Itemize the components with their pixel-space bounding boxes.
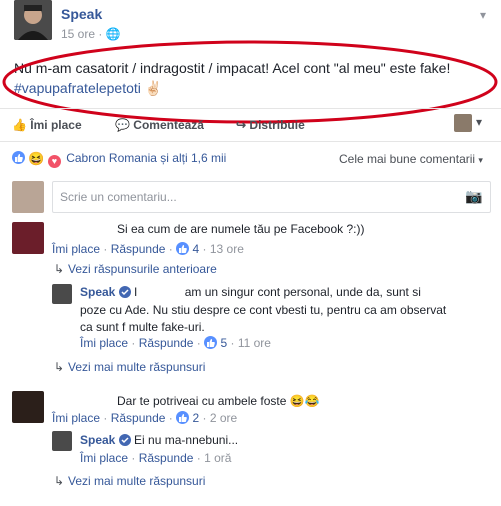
comment-like-link[interactable]: Îmi place bbox=[52, 411, 100, 425]
view-more-replies[interactable]: ↳ Vezi mai multe răspunsuri bbox=[54, 360, 205, 374]
reply-author[interactable]: Speak bbox=[80, 285, 115, 299]
reply-text-line3: ca sunt f multe fake-uri. bbox=[80, 320, 205, 334]
reply-arrow-icon: ↳ bbox=[54, 360, 65, 374]
like-count-icon bbox=[176, 242, 190, 255]
action-bar: 👍 Îmi place 💬 Comentează ↪ Distribuie ▾ bbox=[0, 108, 501, 142]
reply-reply-link[interactable]: Răspunde bbox=[139, 336, 194, 350]
reply-like-link[interactable]: Îmi place bbox=[80, 451, 128, 465]
comment-reply-link[interactable]: Răspunde bbox=[111, 411, 166, 425]
comment-like-link[interactable]: Îmi place bbox=[52, 242, 100, 256]
author-avatar[interactable] bbox=[14, 0, 52, 40]
like-button[interactable]: 👍 Îmi place bbox=[12, 118, 82, 132]
comment-reply-link[interactable]: Răspunde bbox=[111, 242, 166, 256]
viewer-avatar-small[interactable] bbox=[454, 114, 472, 132]
commenter-avatar[interactable] bbox=[12, 391, 44, 423]
like-count-icon bbox=[204, 336, 218, 349]
like-count-icon bbox=[176, 411, 190, 424]
reactions-summary[interactable]: 😆 ♥ Cabron Romania și alți 1,6 mii bbox=[12, 151, 226, 168]
reply-author-avatar[interactable] bbox=[52, 431, 72, 451]
comment-input[interactable]: Scrie un comentariu... 📷 bbox=[52, 181, 491, 213]
reply-reply-link[interactable]: Răspunde bbox=[139, 451, 194, 465]
reply-author-avatar[interactable] bbox=[52, 284, 72, 304]
haha-reaction-icon: 😆 bbox=[28, 151, 45, 166]
verified-badge-icon bbox=[118, 434, 131, 446]
share-icon: ↪ bbox=[236, 118, 247, 132]
comment-icon: 💬 bbox=[115, 118, 130, 132]
heart-reaction-icon: ♥ bbox=[47, 155, 61, 168]
reply-text-line1: Speak I am un singur cont personal, unde… bbox=[80, 285, 421, 299]
reply-text-line2: poze cu Ade. Nu stiu despre ce cont vbes… bbox=[80, 303, 447, 317]
laughing-emoji: 😆😂 bbox=[289, 394, 320, 408]
comment-text: Dar te potriveai cu ambele foste 😆😂 bbox=[117, 394, 320, 408]
sort-comments-dropdown[interactable]: Cele mai bune comentarii ▾ bbox=[339, 152, 483, 166]
comment-actions: Îmi place · Răspunde · 4 · 13 ore bbox=[52, 242, 244, 256]
comment-like-count[interactable]: 2 bbox=[192, 411, 199, 425]
reply-arrow-icon: ↳ bbox=[54, 262, 65, 276]
reply-like-count[interactable]: 5 bbox=[220, 336, 227, 350]
reply-text-line: Speak Ei nu ma-nnebuni... bbox=[80, 433, 238, 447]
thumb-up-icon: 👍 bbox=[12, 118, 27, 132]
reply-text-1: am un singur cont personal, unde da, sun… bbox=[184, 285, 421, 299]
comment-time[interactable]: 2 ore bbox=[210, 411, 237, 425]
chevron-down-icon: ▾ bbox=[478, 155, 483, 165]
reply-like-link[interactable]: Îmi place bbox=[80, 336, 128, 350]
camera-icon[interactable]: 📷 bbox=[465, 188, 482, 205]
reply-time[interactable]: 11 ore bbox=[238, 336, 271, 350]
reply-time[interactable]: 1 oră bbox=[204, 451, 231, 465]
commenter-avatar[interactable] bbox=[12, 222, 44, 254]
like-reaction-icon bbox=[12, 151, 25, 164]
post-author[interactable]: Speak bbox=[61, 6, 102, 22]
verified-badge-icon bbox=[118, 286, 131, 298]
view-more-replies[interactable]: ↳ Vezi mai multe răspunsuri bbox=[54, 474, 205, 488]
reply-text: Ei nu ma-nnebuni... bbox=[134, 433, 239, 447]
comment-actions: Îmi place · Răspunde · 2 · 2 ore bbox=[52, 411, 238, 425]
share-button[interactable]: ↪ Distribuie bbox=[236, 118, 305, 132]
comment-button[interactable]: 💬 Comentează bbox=[115, 118, 204, 132]
viewer-avatar bbox=[12, 181, 44, 213]
audience-chevron-icon[interactable]: ▾ bbox=[476, 115, 482, 129]
reply-arrow-icon: ↳ bbox=[54, 474, 65, 488]
comment-time[interactable]: 13 ore bbox=[210, 242, 244, 256]
post-menu-chevron-icon[interactable]: ▾ bbox=[480, 8, 486, 22]
reply-actions: Îmi place · Răspunde · 5 · 11 ore bbox=[80, 336, 271, 350]
comment-like-count[interactable]: 4 bbox=[192, 242, 199, 256]
comment-text: Si ea cum de are numele tău pe Facebook … bbox=[117, 222, 365, 236]
reply-author[interactable]: Speak bbox=[80, 433, 115, 447]
mention-initial: I bbox=[134, 285, 138, 299]
view-previous-replies[interactable]: ↳ Vezi răspunsurile anterioare bbox=[54, 262, 217, 276]
reply-actions: Îmi place · Răspunde · 1 oră bbox=[80, 451, 232, 465]
comment-input-placeholder: Scrie un comentariu... bbox=[60, 190, 177, 204]
